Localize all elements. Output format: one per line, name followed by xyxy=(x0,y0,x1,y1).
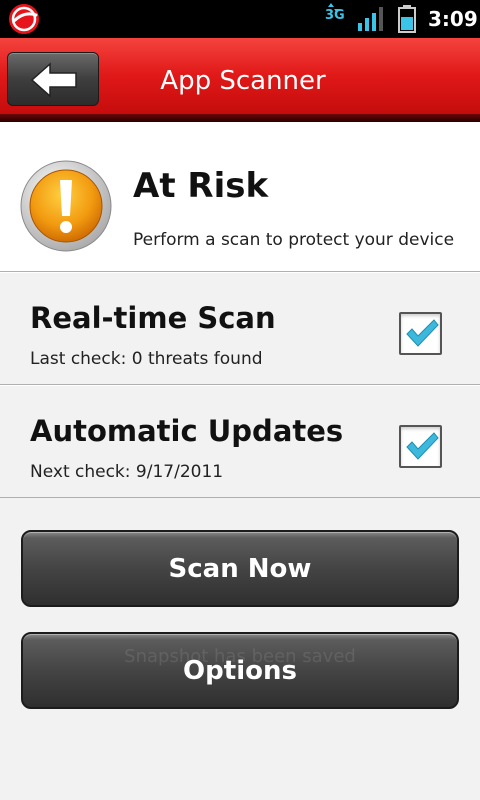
setting-row-realtime-scan[interactable]: Real-time Scan Last check: 0 threats fou… xyxy=(0,272,480,385)
checkmark-icon xyxy=(406,319,439,347)
realtime-scan-checkbox[interactable] xyxy=(399,312,442,355)
setting-row-automatic-updates[interactable]: Automatic Updates Next check: 9/17/2011 xyxy=(0,385,480,498)
network-type-label: 3G xyxy=(325,8,345,23)
battery-icon xyxy=(398,5,416,33)
options-label: Options xyxy=(183,656,297,686)
setting-title: Real-time Scan xyxy=(30,301,276,335)
scan-now-button[interactable]: Scan Now xyxy=(21,530,459,607)
trendmicro-logo-icon xyxy=(9,4,39,34)
automatic-updates-checkbox[interactable] xyxy=(399,425,442,468)
scan-now-label: Scan Now xyxy=(168,554,312,584)
back-button[interactable] xyxy=(7,52,99,106)
status-subtitle: Perform a scan to protect your device xyxy=(133,230,455,250)
signal-strength-icon xyxy=(358,7,383,31)
title-bar: App Scanner xyxy=(0,38,480,122)
arrow-left-icon xyxy=(30,62,77,98)
status-title: At Risk xyxy=(133,166,269,206)
security-status-panel: At Risk Perform a scan to protect your d… xyxy=(0,122,480,272)
options-button[interactable]: Snapshot has been saved Options xyxy=(21,632,459,709)
setting-detail: Next check: 9/17/2011 xyxy=(30,462,224,482)
warning-exclamation-icon xyxy=(20,160,112,252)
checkmark-icon xyxy=(406,432,439,460)
setting-detail: Last check: 0 threats found xyxy=(30,349,263,369)
status-bar: 3G 3:09 xyxy=(0,0,480,38)
setting-title: Automatic Updates xyxy=(30,414,344,448)
page-title: App Scanner xyxy=(160,66,326,96)
clock: 3:09 xyxy=(428,7,478,31)
